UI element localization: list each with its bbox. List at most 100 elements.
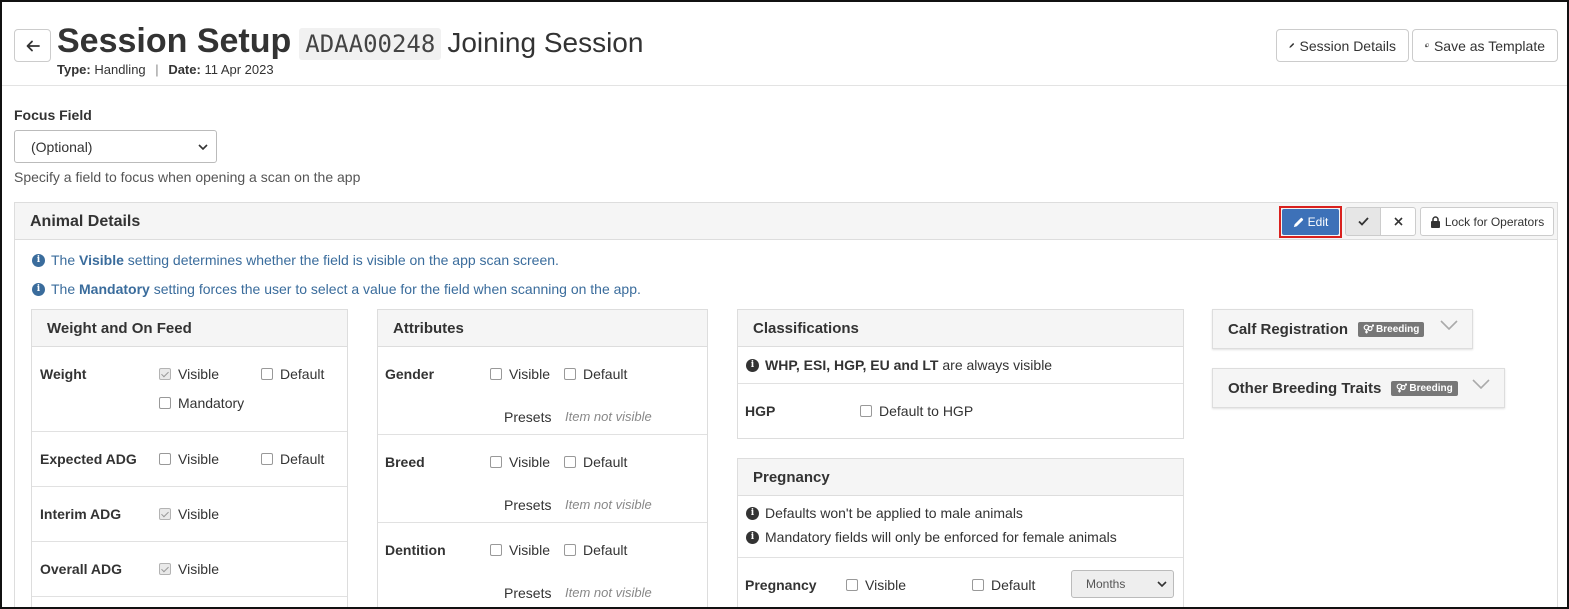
visible-info-pre: The <box>51 252 76 268</box>
pregnancy-card-title: Pregnancy <box>738 459 1183 496</box>
gender-visible-checkbox[interactable]: Visible <box>490 366 550 382</box>
pencil-icon <box>1289 43 1295 48</box>
title-text: Session Setup <box>57 22 292 60</box>
back-button[interactable] <box>14 29 51 62</box>
gender-default-checkbox[interactable]: Default <box>564 366 627 382</box>
checkbox-box <box>564 544 576 556</box>
breed-default-label: Default <box>583 454 628 470</box>
checkbox-box <box>261 453 273 465</box>
page-title: Session Setup ADAA00248 Joining Session <box>57 22 643 61</box>
chevron-down-icon <box>1157 581 1167 587</box>
checkbox-box <box>159 368 171 380</box>
meta-separator: | <box>155 62 159 77</box>
mandatory-info: i The Mandatory setting forces the user … <box>32 281 641 297</box>
session-details-button[interactable]: Session Details <box>1276 29 1409 62</box>
dentition-label: Dentition <box>385 542 446 558</box>
weight-mandatory-label: Mandatory <box>178 395 245 411</box>
overall-adg-visible-label: Visible <box>178 561 219 577</box>
lock-icon <box>1430 215 1440 228</box>
expected-adg-default-label: Default <box>280 451 325 467</box>
classifications-note-bold: WHP, ESI, HGP, EU and LT <box>765 357 939 373</box>
classifications-note-row: i WHP, ESI, HGP, EU and LT are always vi… <box>738 347 1183 384</box>
weight-visible-checkbox[interactable]: Visible <box>159 366 219 382</box>
gender-label: Gender <box>385 366 435 382</box>
pregnancy-unit-select[interactable]: Months <box>1071 570 1174 598</box>
weight-mandatory-checkbox[interactable]: Mandatory <box>159 395 244 411</box>
overall-adg-visible-checkbox[interactable]: Visible <box>159 561 219 577</box>
pregnancy-default-label: Default <box>991 577 1036 593</box>
hgp-row: HGP Default to HGP <box>738 384 1183 438</box>
breed-default-checkbox[interactable]: Default <box>564 454 627 470</box>
classifications-note-rest: are always visible <box>942 357 1053 373</box>
interim-adg-visible-checkbox[interactable]: Visible <box>159 506 219 522</box>
confirm-toggle-button[interactable] <box>1345 207 1381 236</box>
other-breeding-traits-card[interactable]: Other Breeding Traits Breeding <box>1212 368 1505 408</box>
focus-field-select[interactable]: (Optional) <box>14 130 217 163</box>
focus-field-help: Specify a field to focus when opening a … <box>14 169 361 185</box>
pencil-icon <box>1293 217 1303 227</box>
pregnancy-notes-row: i Defaults won't be applied to male anim… <box>738 496 1183 558</box>
pregnancy-default-checkbox[interactable]: Default <box>972 577 1035 593</box>
pregnancy-visible-checkbox[interactable]: Visible <box>846 577 906 593</box>
date-value: 11 Apr 2023 <box>204 62 274 77</box>
pregnancy-note-1: i Defaults won't be applied to male anim… <box>746 505 1023 521</box>
gender-default-label: Default <box>583 366 628 382</box>
interim-adg-row: Interim ADG Visible <box>32 487 347 542</box>
info-icon: i <box>746 506 759 520</box>
expected-adg-visible-label: Visible <box>178 451 219 467</box>
pregnancy-note-2-text: Mandatory fields will only be enforced f… <box>765 529 1117 545</box>
breeding-badge-label: Breeding <box>1409 382 1453 394</box>
dentition-visible-checkbox[interactable]: Visible <box>490 542 550 558</box>
info-icon: i <box>746 530 759 544</box>
breed-presets-label: Presets <box>504 497 552 513</box>
dentition-default-label: Default <box>583 542 628 558</box>
edit-button[interactable]: Edit <box>1282 209 1339 235</box>
save-template-button[interactable]: Save as Template <box>1412 29 1558 62</box>
visible-info: i The Visible setting determines whether… <box>32 252 559 268</box>
expected-adg-row: Expected ADG Visible Default <box>32 432 347 487</box>
animal-details-title: Animal Details <box>30 213 141 230</box>
app-frame: Session Setup ADAA00248 Joining Session … <box>0 0 1569 609</box>
dentition-default-checkbox[interactable]: Default <box>564 542 627 558</box>
breed-visible-checkbox[interactable]: Visible <box>490 454 550 470</box>
save-template-label: Save as Template <box>1433 37 1545 54</box>
checkbox-box <box>490 368 502 380</box>
checkbox-box <box>490 456 502 468</box>
pregnancy-note-1-text: Defaults won't be applied to male animal… <box>765 505 1023 521</box>
weight-default-checkbox[interactable]: Default <box>261 366 324 382</box>
weight-on-feed-card: Weight and On Feed Weight Visible Defaul… <box>31 309 348 607</box>
focus-field-label: Focus Field <box>14 107 92 123</box>
weight-default-label: Default <box>280 366 325 382</box>
mandatory-info-pre: The <box>51 281 76 297</box>
arrow-left-icon <box>26 40 40 51</box>
classifications-note: i WHP, ESI, HGP, EU and LT are always vi… <box>746 357 1052 373</box>
lock-for-operators-button[interactable]: Lock for Operators <box>1420 207 1554 236</box>
expected-adg-default-checkbox[interactable]: Default <box>261 451 324 467</box>
checkbox-box <box>860 405 872 417</box>
mandatory-info-post: setting forces the user to select a valu… <box>153 281 641 297</box>
gender-symbols-icon <box>1363 324 1375 334</box>
calf-registration-card[interactable]: Calf Registration Breeding <box>1212 309 1473 349</box>
breed-label: Breed <box>385 454 425 470</box>
chevron-down-icon <box>198 143 208 150</box>
visible-info-post: setting determines whether the field is … <box>127 252 559 268</box>
dentition-presets-value: Item not visible <box>565 585 652 600</box>
animal-details-header: Animal Details Edit Lock for Operators <box>15 203 1557 240</box>
animal-details-panel: Animal Details Edit Lock for Operators i… <box>14 202 1558 607</box>
hgp-default-checkbox[interactable]: Default to HGP <box>860 403 973 419</box>
checkbox-box <box>159 453 171 465</box>
cancel-toggle-button[interactable] <box>1380 207 1416 236</box>
gender-row: Gender Visible Default Presets Item not … <box>378 347 707 435</box>
other-breeding-traits-title: Other Breeding Traits <box>1228 379 1382 397</box>
breeding-badge: Breeding <box>1391 380 1458 396</box>
edit-label: Edit <box>1307 215 1329 229</box>
session-meta: Type: Handling | Date: 11 Apr 2023 <box>57 62 274 77</box>
weight-row: Weight Visible Default Mandatory <box>32 347 347 432</box>
checkbox-box <box>261 368 273 380</box>
expected-adg-visible-checkbox[interactable]: Visible <box>159 451 219 467</box>
pregnancy-row: Pregnancy Visible Default Months <box>738 558 1183 607</box>
calf-registration-header: Calf Registration Breeding <box>1213 310 1472 348</box>
breed-row: Breed Visible Default Presets Item not v… <box>378 435 707 523</box>
breeding-badge: Breeding <box>1358 321 1425 337</box>
close-icon <box>1393 217 1403 226</box>
